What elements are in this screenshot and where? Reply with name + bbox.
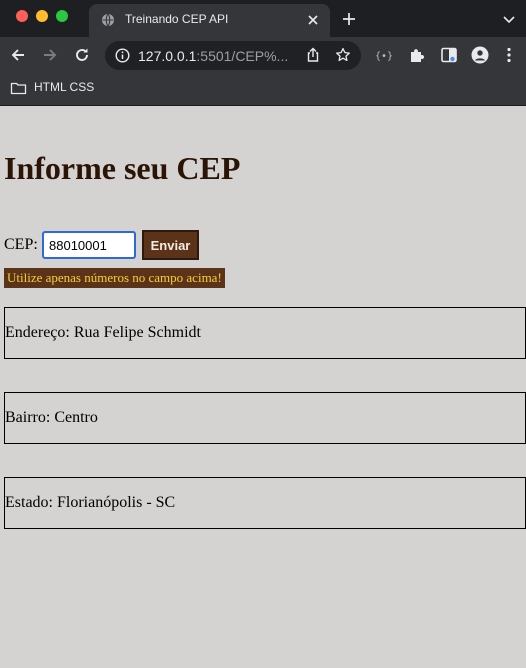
bookmark-html-css[interactable]: HTML CSS <box>34 80 94 94</box>
browser-toolbar: 127.0.0.1:5501/CEP%... {•} <box>0 37 526 74</box>
bookmark-star-icon[interactable] <box>335 47 351 63</box>
page-title: Informe seu CEP <box>4 150 241 186</box>
svg-text:{•}: {•} <box>375 51 392 62</box>
share-icon[interactable] <box>305 47 321 63</box>
neighborhood-result: Bairro: Centro <box>4 392 526 444</box>
address-text: Endereço: Rua Felipe Schmidt <box>5 324 201 341</box>
page-content: Informe seu CEP CEP: Enviar Utilize apen… <box>0 106 526 668</box>
url-path: :5501/CEP%... <box>196 48 289 64</box>
folder-icon <box>10 82 27 95</box>
info-icon[interactable] <box>115 48 130 63</box>
profile-avatar-icon[interactable] <box>471 46 489 64</box>
side-panel-icon[interactable] <box>440 46 458 64</box>
forward-arrow-icon[interactable] <box>41 46 59 64</box>
neighborhood-text: Bairro: Centro <box>5 409 98 426</box>
state-result: Estado: Florianópolis - SC <box>4 477 526 529</box>
address-result: Endereço: Rua Felipe Schmidt <box>4 307 526 359</box>
address-bar[interactable]: 127.0.0.1:5501/CEP%... <box>105 41 361 70</box>
submit-button[interactable]: Enviar <box>142 230 199 260</box>
minimize-window-button[interactable] <box>36 10 48 22</box>
state-text: Estado: Florianópolis - SC <box>5 494 176 511</box>
reload-icon[interactable] <box>73 46 91 64</box>
tab-title: Treinando CEP API <box>125 12 229 26</box>
cep-label: CEP: <box>4 236 38 253</box>
close-window-button[interactable] <box>16 10 28 22</box>
puzzle-icon[interactable] <box>408 46 426 64</box>
close-tab-icon[interactable] <box>306 13 320 27</box>
new-tab-icon[interactable] <box>341 11 357 27</box>
globe-icon <box>102 13 114 27</box>
maximize-window-button[interactable] <box>56 10 68 22</box>
cep-input[interactable] <box>42 231 136 259</box>
more-menu-icon[interactable] <box>500 46 518 64</box>
tab-strip: Treinando CEP API <box>0 0 526 37</box>
warning-message: Utilize apenas números no campo acima! <box>4 268 225 288</box>
url-text: 127.0.0.1:5501/CEP%... <box>138 48 288 64</box>
chevron-down-icon[interactable] <box>502 12 516 26</box>
browser-tab[interactable]: Treinando CEP API <box>89 4 330 37</box>
url-host: 127.0.0.1 <box>138 48 197 64</box>
back-arrow-icon[interactable] <box>9 46 27 64</box>
bookmarks-bar: HTML CSS <box>0 74 526 106</box>
extension-icon[interactable]: {•} <box>374 46 392 64</box>
